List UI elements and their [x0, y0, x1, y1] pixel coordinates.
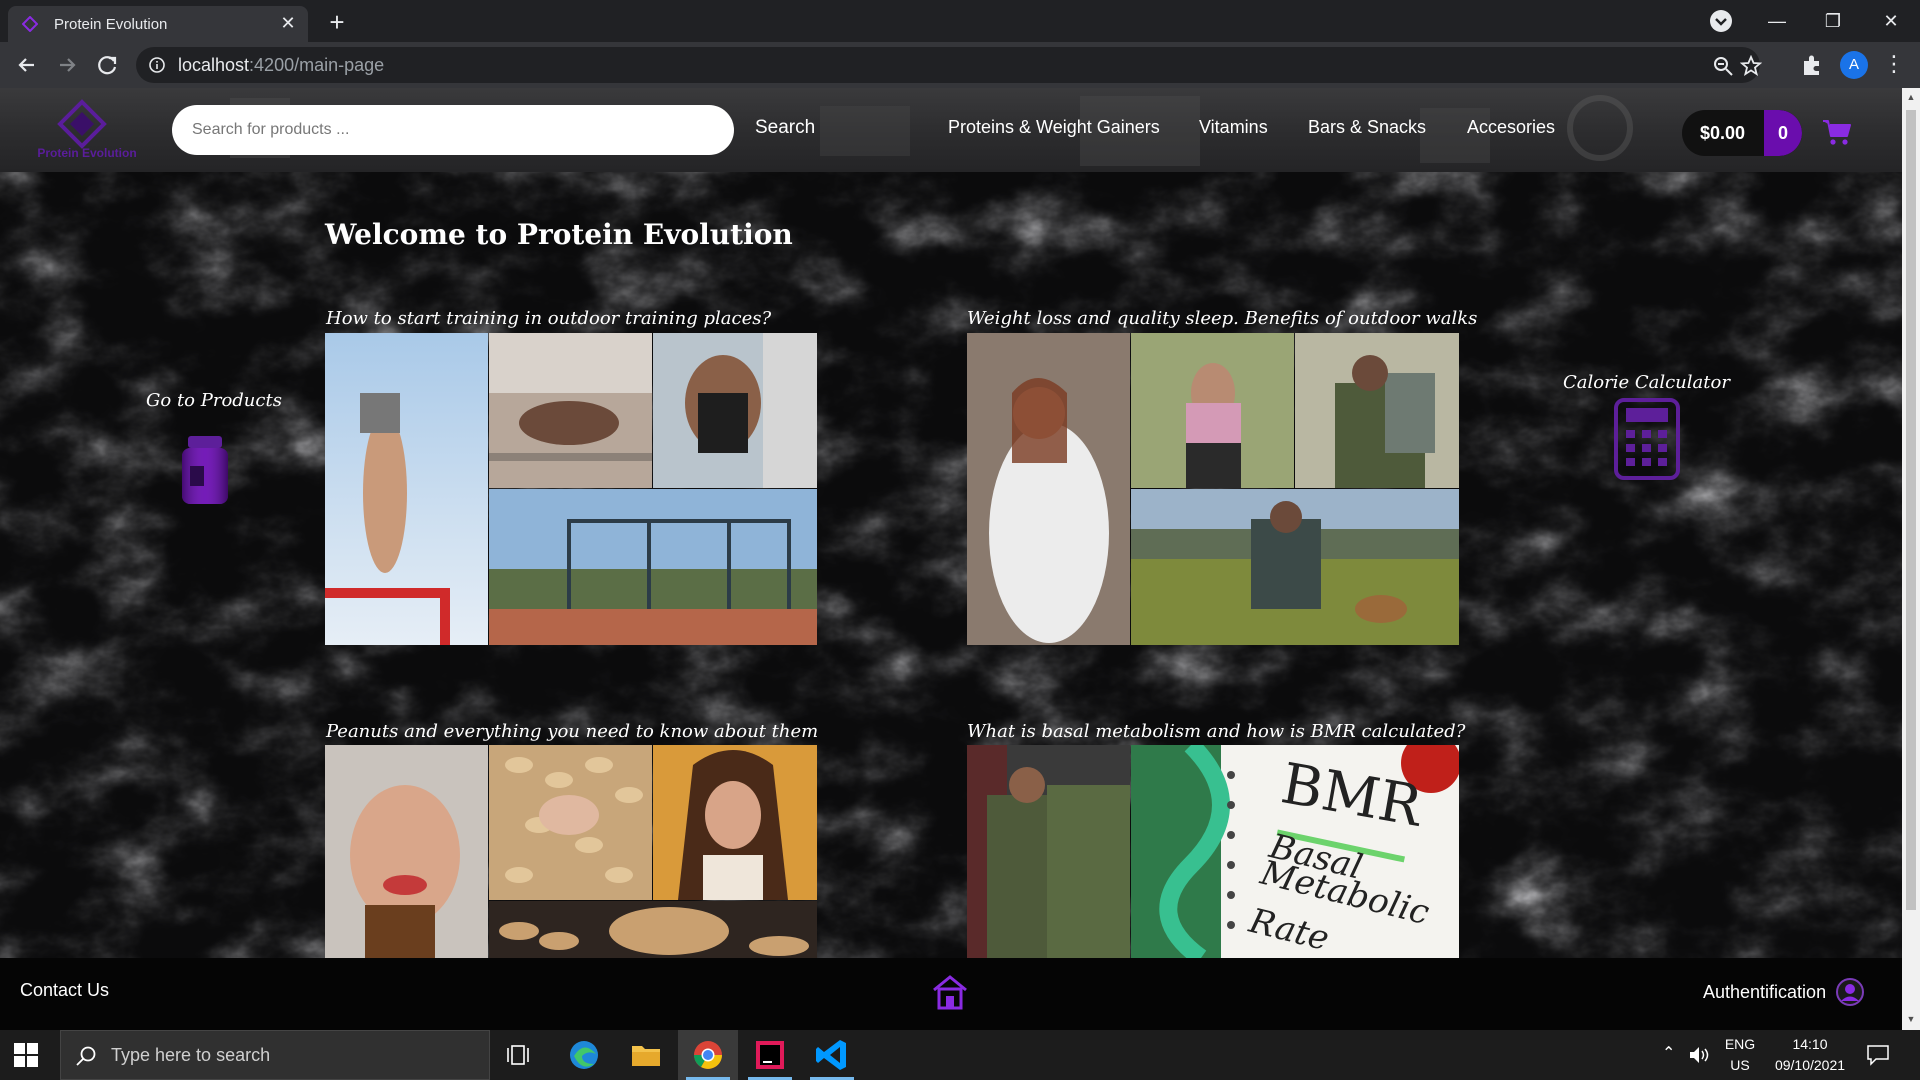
intellij-icon: [756, 1041, 784, 1069]
article-title-weight-loss-sleep[interactable]: Weight loss and quality sleep. Benefits …: [967, 308, 1477, 329]
restore-icon[interactable]: ❐: [1806, 4, 1860, 38]
page-scrollbar[interactable]: ▲ ▼: [1902, 88, 1920, 1030]
vscode-icon: [816, 1040, 846, 1070]
calculator-icon[interactable]: [1612, 398, 1682, 480]
site-footer: Contact Us Authentification: [0, 958, 1902, 1030]
article-image-outdoor-training[interactable]: [325, 333, 817, 645]
taskbar-search-box[interactable]: Type here to search: [60, 1030, 490, 1080]
language-indicator-bottom[interactable]: US: [1722, 1057, 1758, 1073]
logo-text: Protein Evolution: [37, 146, 137, 160]
browser-tab-strip: Protein Evolution ✕ + — ❐ ✕: [0, 0, 1920, 42]
site-logo[interactable]: Protein Evolution: [22, 96, 152, 168]
woman-peanut-butter-photo: [325, 745, 488, 958]
article-image-weight-loss-sleep[interactable]: [967, 333, 1459, 645]
peanut-hands-photo: [489, 745, 652, 900]
url-text: localhost:4200/main-page: [178, 55, 385, 75]
nav-accesories[interactable]: Accesories: [1467, 117, 1555, 138]
minimize-icon[interactable]: —: [1750, 4, 1804, 38]
site-info-icon[interactable]: [148, 56, 166, 74]
man-backpack-photo: [1295, 333, 1459, 488]
site-header: Protein Evolution Search Proteins & Weig…: [0, 88, 1902, 172]
scroll-up-icon[interactable]: ▲: [1906, 92, 1916, 102]
bmr-notepad-photo: BMR Basal Metabolic Rate: [1131, 745, 1459, 958]
meadow-walk-photo: [1131, 489, 1459, 645]
windows-start-icon[interactable]: [14, 1043, 38, 1067]
menu-kebab-icon[interactable]: ⋮: [1880, 51, 1908, 79]
cart-total: $0.00: [1700, 123, 1746, 143]
protein-jar-icon[interactable]: [178, 434, 232, 506]
cart-summary[interactable]: $0.00 0: [1682, 110, 1802, 156]
vscode-taskbar-button[interactable]: [802, 1030, 862, 1080]
site-favicon-icon: [22, 16, 38, 32]
browser-toolbar: localhost:4200/main-page A ⋮: [0, 42, 1920, 88]
chevron-up-icon[interactable]: ⌃: [1662, 1043, 1675, 1063]
tab-search-icon[interactable]: [1710, 10, 1732, 32]
browser-tab[interactable]: Protein Evolution ✕: [8, 6, 308, 42]
article-image-bmr[interactable]: BMR Basal Metabolic Rate: [967, 745, 1459, 958]
peanuts-bowl-photo: [489, 901, 817, 958]
volume-icon[interactable]: [1688, 1044, 1712, 1066]
chrome-taskbar-button[interactable]: [678, 1030, 738, 1080]
woman-exercise-photo: [489, 333, 652, 488]
article-image-peanuts[interactable]: [325, 745, 817, 958]
close-window-icon[interactable]: ✕: [1864, 4, 1918, 38]
calorie-calculator-link[interactable]: Calorie Calculator: [1563, 372, 1730, 393]
woman-hoodie-photo: [967, 333, 1130, 645]
product-search-input[interactable]: [172, 105, 734, 155]
home-icon[interactable]: [930, 972, 970, 1012]
clock-time[interactable]: 14:10: [1760, 1036, 1860, 1052]
woman-trail-photo: [1131, 333, 1294, 488]
contact-us-link[interactable]: Contact Us: [20, 980, 109, 1001]
authentification-link[interactable]: Authentification: [1703, 982, 1826, 1003]
intellij-taskbar-button[interactable]: [740, 1030, 800, 1080]
forward-icon[interactable]: [52, 50, 82, 80]
shopping-cart-icon[interactable]: [1822, 118, 1852, 146]
back-icon[interactable]: [12, 50, 42, 80]
address-bar[interactable]: localhost:4200/main-page: [136, 47, 1762, 83]
handstand-photo: [325, 333, 488, 645]
profile-avatar[interactable]: A: [1840, 51, 1868, 79]
extensions-icon[interactable]: [1798, 51, 1826, 79]
tab-title: Protein Evolution: [54, 16, 168, 33]
page-title: Welcome to Protein Evolution: [325, 218, 793, 251]
reload-icon[interactable]: [92, 50, 122, 80]
taskbar-search-placeholder: Type here to search: [111, 1045, 271, 1065]
search-icon: [76, 1046, 96, 1066]
go-to-products-link[interactable]: Go to Products: [146, 390, 282, 411]
search-button[interactable]: Search: [755, 117, 815, 139]
edge-browser-icon[interactable]: [554, 1030, 614, 1080]
scroll-down-icon[interactable]: ▼: [1906, 1014, 1916, 1024]
file-explorer-icon[interactable]: [616, 1030, 676, 1080]
zoom-icon[interactable]: [1712, 55, 1734, 77]
rock-texture-background: [0, 88, 1902, 1030]
user-avatar-icon[interactable]: [1836, 978, 1864, 1006]
gym-men-photo: [967, 745, 1130, 958]
scroll-thumb[interactable]: [1906, 110, 1916, 910]
woman-peanuts-photo: [653, 745, 817, 900]
article-title-bmr[interactable]: What is basal metabolism and how is BMR …: [967, 721, 1465, 742]
chrome-icon: [694, 1041, 722, 1069]
nav-bars-snacks[interactable]: Bars & Snacks: [1308, 117, 1426, 138]
page-viewport: Protein Evolution Search Proteins & Weig…: [0, 88, 1902, 1030]
tab-close-icon[interactable]: ✕: [278, 13, 298, 33]
article-title-outdoor-training[interactable]: How to start training in outdoor trainin…: [326, 308, 771, 329]
windows-taskbar: Type here to search ⌃ ENG US 14:10 09/10…: [0, 1030, 1920, 1080]
new-tab-icon[interactable]: +: [322, 8, 352, 38]
nav-proteins-weight-gainers[interactable]: Proteins & Weight Gainers: [948, 117, 1160, 138]
notifications-icon[interactable]: [1866, 1044, 1890, 1066]
man-dips-photo: [653, 333, 817, 488]
outdoor-gym-photo: [489, 489, 817, 645]
article-title-peanuts[interactable]: Peanuts and everything you need to know …: [326, 721, 818, 742]
nav-vitamins[interactable]: Vitamins: [1199, 117, 1268, 138]
language-indicator-top[interactable]: ENG: [1722, 1036, 1758, 1052]
task-view-icon[interactable]: [490, 1030, 550, 1080]
bookmark-star-icon[interactable]: [1740, 55, 1762, 77]
clock-date[interactable]: 09/10/2021: [1760, 1057, 1860, 1073]
